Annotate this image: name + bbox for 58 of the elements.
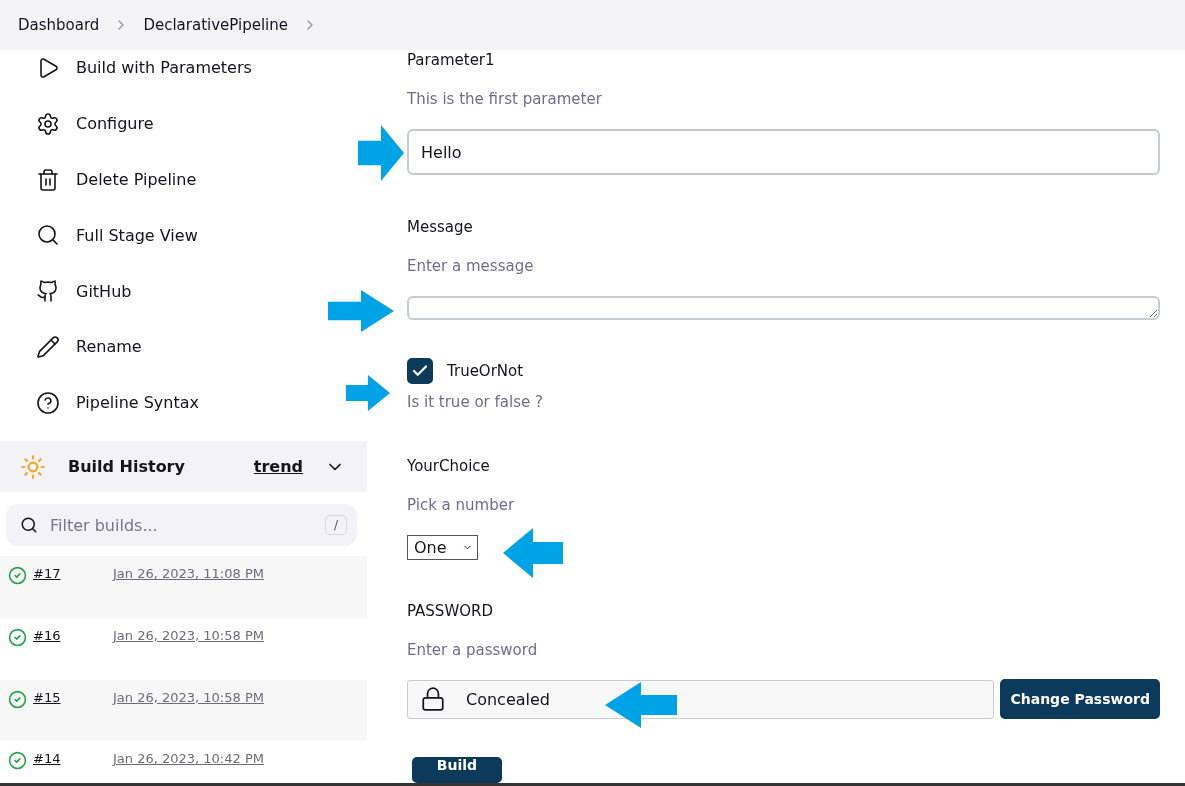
check-circle-icon [8, 751, 27, 771]
help-icon [36, 390, 60, 415]
build-number-link[interactable]: #16 [33, 627, 107, 643]
check-circle-icon [8, 689, 27, 709]
pointer-arrow-icon [358, 125, 404, 181]
parameter-description: Pick a number [407, 495, 516, 515]
parameter-description: Is it true or false ? [407, 392, 544, 412]
build-date-link[interactable]: Jan 26, 2023, 10:58 PM [113, 689, 264, 705]
parameter-label: Parameter1 [407, 50, 496, 70]
sidebar-item[interactable]: Rename [36, 329, 148, 365]
build-number-link[interactable]: #17 [33, 566, 107, 582]
filter-field[interactable]: Filter builds... [48, 514, 315, 536]
sidebar-item[interactable]: GitHub [36, 273, 138, 310]
build-date-link[interactable]: Jan 26, 2023, 10:58 PM [113, 627, 264, 643]
build-row[interactable]: #17 Jan 26, 2023, 11:08 PM [0, 556, 367, 618]
lock-icon [420, 686, 446, 712]
build-number-link[interactable]: #14 [33, 751, 107, 767]
search-icon [36, 223, 60, 248]
input-field[interactable]: Hello [407, 129, 1160, 175]
parameter-label: YourChoice [407, 456, 491, 476]
pencil-icon [36, 334, 60, 359]
check-circle-icon [8, 566, 27, 586]
sidebar-item[interactable]: Build with Parameters [36, 50, 258, 86]
pointer-arrow-icon [328, 290, 394, 332]
build-date-link[interactable]: Jan 26, 2023, 10:42 PM [113, 751, 264, 767]
github-icon [36, 279, 60, 304]
pointer-arrow-icon [503, 528, 563, 578]
build-row[interactable]: #15 Jan 26, 2023, 10:58 PM [0, 679, 367, 742]
build-button[interactable]: Build [412, 757, 502, 783]
parameter-label: Message [407, 217, 474, 237]
breadcrumb-link[interactable]: DeclarativePipeline [143, 16, 288, 34]
build-number-link[interactable]: #15 [33, 689, 107, 705]
trash-icon [36, 167, 60, 192]
sun-icon [20, 453, 46, 480]
settings-icon [36, 111, 60, 136]
choice-dropdown[interactable]: One [407, 535, 478, 560]
parameter-description: This is the first parameter [407, 89, 603, 109]
change-password-button[interactable]: Change Password [1000, 679, 1160, 719]
trend-link[interactable]: trend [253, 457, 303, 477]
password-field[interactable]: Concealed [407, 679, 995, 719]
keyboard-shortcut: / [324, 515, 347, 536]
build-date-link[interactable]: Jan 26, 2023, 11:08 PM [113, 566, 264, 582]
parameter-description: Enter a password [407, 640, 539, 660]
parameter-label: PASSWORD [407, 601, 494, 621]
breadcrumb-link[interactable]: Dashboard [18, 16, 100, 34]
pointer-arrow-icon [346, 375, 390, 411]
sidebar-item[interactable]: Full Stage View [36, 217, 204, 254]
parameter-description: Enter a message [407, 256, 535, 276]
pointer-arrow-icon [605, 682, 677, 728]
check-circle-icon [8, 627, 27, 647]
checkbox[interactable] [407, 358, 433, 384]
sidebar-item[interactable]: Delete Pipeline [36, 161, 203, 198]
search-icon [20, 516, 38, 535]
search-field[interactable]: Filter builds... / [6, 504, 357, 547]
checkbox-label: TrueOrNot [447, 362, 524, 380]
sidebar-item[interactable]: Pipeline Syntax [36, 384, 205, 421]
sidebar-item[interactable]: Configure [36, 105, 160, 142]
build-history-title: Build History [68, 457, 186, 477]
